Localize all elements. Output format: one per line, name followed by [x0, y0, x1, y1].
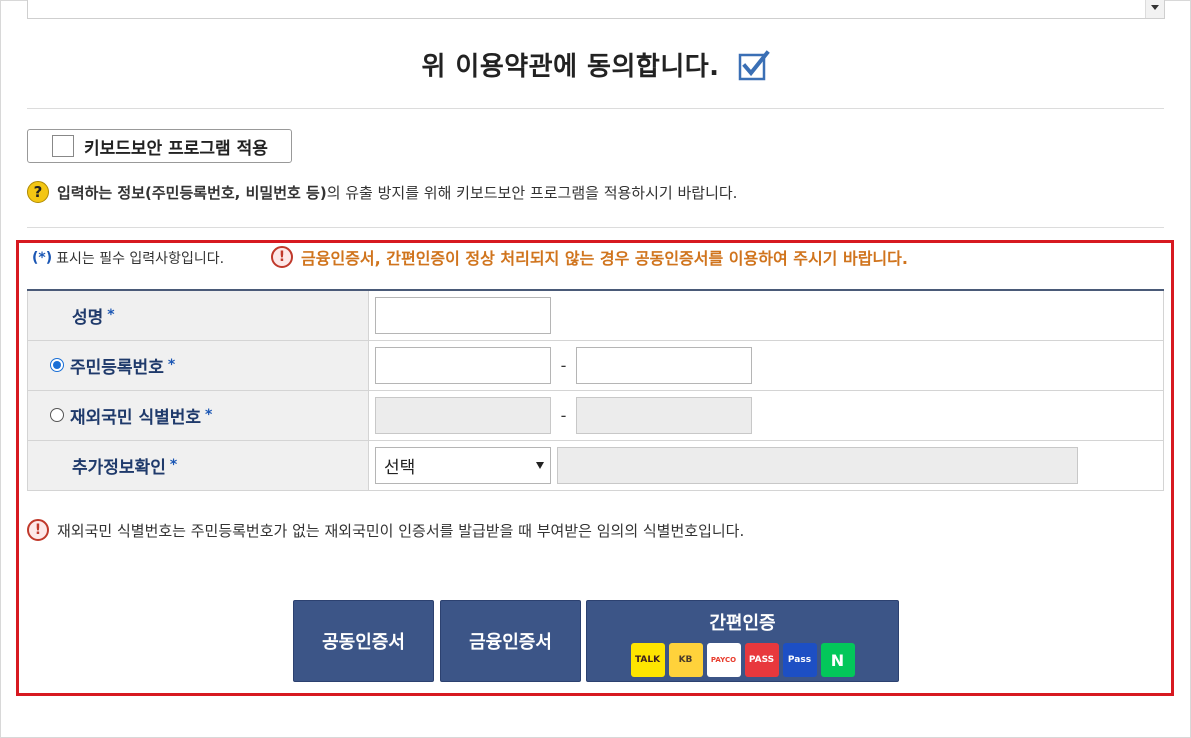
- kakao-talk-icon: TALK: [630, 643, 665, 677]
- terms-scrollbar[interactable]: [1145, 0, 1164, 18]
- required-star: *: [167, 357, 176, 373]
- foreign-label: 재외국민 식별번호: [70, 407, 202, 428]
- agree-row: 위 이용약관에 동의합니다.: [0, 46, 1191, 83]
- name-field-cell: [368, 289, 1164, 341]
- samsung-pass-icon: Pass: [782, 643, 817, 677]
- pass-icon: PASS: [744, 643, 779, 677]
- required-text: 표시는 필수 입력사항입니다.: [56, 251, 225, 267]
- note-text: 의 유출 방지를 위해 키보드보안 프로그램을 적용하시기 바랍니다.: [326, 183, 738, 202]
- extra-info-input[interactable]: [557, 446, 1078, 484]
- exclamation-icon: !: [27, 519, 49, 541]
- foreign-front-input[interactable]: [375, 396, 551, 434]
- rrn-radio[interactable]: [50, 358, 64, 372]
- financial-certificate-label: 금융인증서: [469, 632, 552, 653]
- form-row-rrn: 주민등록번호 * -: [27, 339, 1164, 391]
- foreign-field-cell: -: [368, 389, 1164, 441]
- terms-textbox[interactable]: [27, 0, 1165, 19]
- keyboard-security-checkbox[interactable]: [52, 135, 74, 157]
- cert-warning: ! 금융인증서, 간편인증이 정상 처리되지 않는 경우 공동인증서를 이용하여…: [271, 245, 908, 269]
- foreign-id-note: ! 재외국민 식별번호는 주민등록번호가 없는 재외국민이 인증서를 발급받을 …: [27, 519, 744, 541]
- agree-checkbox[interactable]: [738, 49, 770, 81]
- extra-field-cell: 선택: [368, 439, 1164, 491]
- scroll-down-arrow-icon[interactable]: [1151, 5, 1159, 10]
- keyboard-security-button[interactable]: 키보드보안 프로그램 적용: [27, 129, 292, 163]
- cert-warning-text: 금융인증서, 간편인증이 정상 처리되지 않는 경우 공동인증서를 이용하여 주…: [301, 249, 908, 268]
- kb-icon: KB: [668, 643, 703, 677]
- exclamation-icon: !: [271, 246, 293, 268]
- form-row-name: 성명 *: [27, 289, 1164, 341]
- rrn-label: 주민등록번호: [70, 357, 164, 378]
- rrn-field-cell: -: [368, 339, 1164, 391]
- note-bold-text: 입력하는 정보(주민등록번호, 비밀번호 등): [57, 183, 327, 202]
- foreign-back-input[interactable]: [576, 396, 752, 434]
- keyboard-security-note: ? 입력하는 정보(주민등록번호, 비밀번호 등) 의 유출 방지를 위해 키보…: [27, 181, 737, 203]
- question-icon: ?: [27, 181, 49, 203]
- name-input[interactable]: [375, 296, 551, 334]
- easy-auth-label: 간편인증: [709, 613, 776, 634]
- dropdown-arrow-icon: [536, 461, 544, 469]
- divider: [27, 227, 1164, 228]
- payco-icon: PAYCO: [706, 643, 741, 677]
- form-row-extra: 추가정보확인 * 선택: [27, 439, 1164, 491]
- financial-certificate-button[interactable]: 금융인증서: [440, 600, 581, 682]
- select-value: 선택: [384, 457, 416, 478]
- easy-auth-button[interactable]: 간편인증 TALK KB PAYCO PASS Pass N: [586, 600, 899, 682]
- required-star: *: [169, 457, 178, 473]
- agree-text: 위 이용약관에 동의합니다.: [421, 52, 720, 82]
- name-label-cell: 성명 *: [27, 289, 369, 341]
- rrn-front-input[interactable]: [375, 346, 551, 384]
- identity-form: 성명 * 주민등록번호 * - 재외국민 식별번호 * - 추가정보확인 * 선…: [27, 289, 1164, 491]
- naver-icon: N: [820, 643, 855, 677]
- dash: -: [560, 355, 567, 375]
- extra-info-select[interactable]: 선택: [375, 446, 551, 484]
- required-star: *: [205, 407, 213, 423]
- easy-auth-logos: TALK KB PAYCO PASS Pass N: [630, 643, 855, 677]
- rrn-label-cell: 주민등록번호 *: [27, 339, 369, 391]
- divider: [27, 108, 1164, 109]
- required-star: (*): [32, 250, 53, 266]
- checkbox-checked-icon: [738, 49, 770, 80]
- extra-label: 추가정보확인: [72, 457, 166, 478]
- foreign-radio[interactable]: [50, 408, 64, 422]
- dash: -: [560, 405, 567, 425]
- keyboard-security-label: 키보드보안 프로그램 적용: [84, 138, 268, 159]
- required-note: (*) 표시는 필수 입력사항입니다.: [32, 248, 224, 268]
- joint-certificate-label: 공동인증서: [322, 632, 405, 653]
- name-label: 성명: [72, 307, 104, 328]
- foreign-id-note-text: 재외국민 식별번호는 주민등록번호가 없는 재외국민이 인증서를 발급받을 때 …: [57, 521, 745, 540]
- rrn-back-input[interactable]: [576, 346, 752, 384]
- form-row-foreign: 재외국민 식별번호 * -: [27, 389, 1164, 441]
- joint-certificate-button[interactable]: 공동인증서: [293, 600, 434, 682]
- extra-label-cell: 추가정보확인 *: [27, 439, 369, 491]
- required-star: *: [107, 307, 115, 324]
- foreign-label-cell: 재외국민 식별번호 *: [27, 389, 369, 441]
